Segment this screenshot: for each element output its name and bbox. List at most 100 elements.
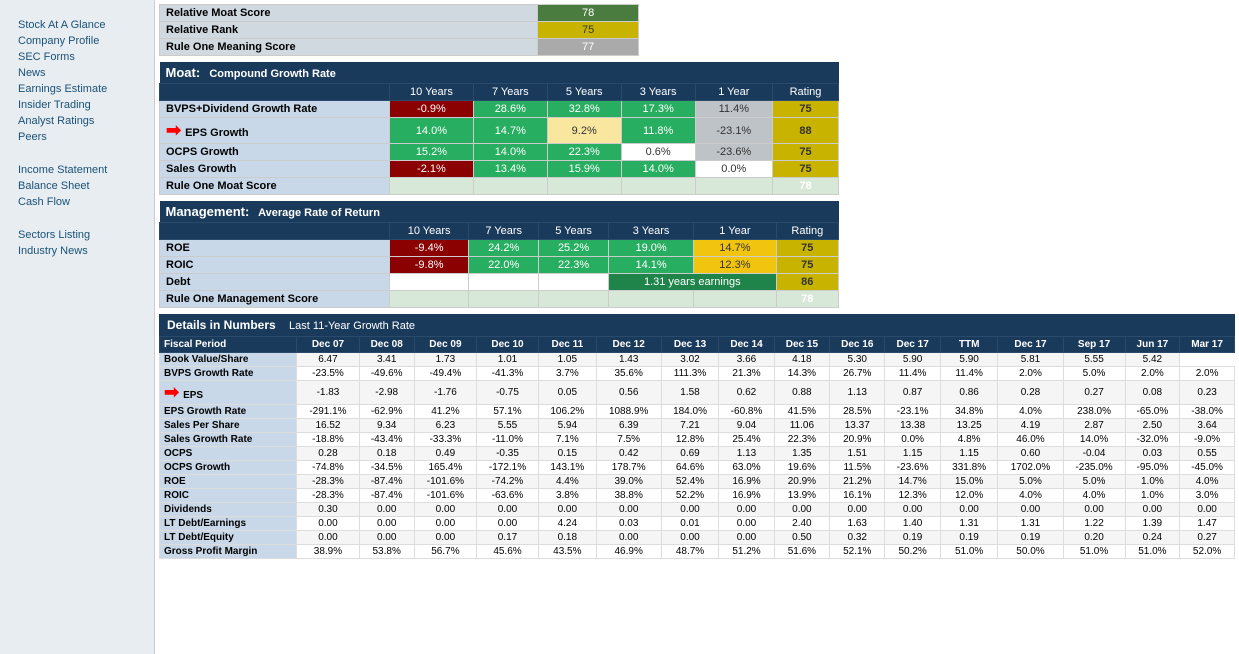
moat-label-eps: ➡EPS Growth (160, 118, 390, 144)
sidebar-item-stock-at-a-glance[interactable]: Stock At A Glance (0, 17, 154, 33)
details-cell: -87.4% (359, 475, 414, 489)
details-cell: 12.8% (661, 433, 719, 447)
details-cell: 16.52 (297, 419, 359, 433)
details-cell: 5.90 (885, 353, 940, 367)
mgmt-roic-7yr: 22.0% (469, 257, 539, 274)
details-row: BVPS Growth Rate-23.5%-49.6%-49.4%-41.3%… (160, 367, 1235, 381)
mgmt-label-debt: Debt (160, 274, 390, 291)
details-cell: 39.0% (596, 475, 661, 489)
details-cell: 238.0% (1063, 405, 1125, 419)
sidebar-item-cash-flow[interactable]: Cash Flow (0, 194, 154, 210)
details-row-label: Dividends (160, 503, 297, 517)
details-cell: 50.0% (998, 545, 1063, 559)
moat-col-label (160, 84, 390, 101)
details-cell: -95.0% (1125, 461, 1180, 475)
mgmt-total-5yr (539, 291, 609, 308)
details-cell: 14.0% (1063, 433, 1125, 447)
details-cell: -101.6% (414, 489, 476, 503)
details-cell: -60.8% (719, 405, 774, 419)
sidebar-item-insider-trading[interactable]: Insider Trading (0, 97, 154, 113)
details-row: Gross Profit Margin38.9%53.8%56.7%45.6%4… (160, 545, 1235, 559)
mgmt-roic-10yr: -9.8% (390, 257, 469, 274)
moat-sales-1yr: 0.0% (695, 161, 772, 178)
details-cell: 5.94 (539, 419, 597, 433)
details-cell: 0.27 (1180, 531, 1235, 545)
details-cell: 16.9% (719, 475, 774, 489)
details-cell: -23.1% (885, 405, 940, 419)
details-cell: 0.19 (998, 531, 1063, 545)
details-row-label: ROIC (160, 489, 297, 503)
details-cell: 11.4% (940, 367, 998, 381)
details-row: Book Value/Share6.473.411.731.011.051.43… (160, 353, 1235, 367)
details-cell: 0.62 (719, 381, 774, 405)
moat-col-1yr: 1 Year (695, 84, 772, 101)
details-cell: 0.86 (940, 381, 998, 405)
sidebar-item-earnings-estimate[interactable]: Earnings Estimate (0, 81, 154, 97)
details-cell: 0.00 (830, 503, 885, 517)
sidebar-item-peers[interactable]: Peers (0, 129, 154, 145)
details-cell: 0.28 (297, 447, 359, 461)
details-cell: 3.64 (1180, 419, 1235, 433)
details-cell: 0.19 (885, 531, 940, 545)
details-cell: 9.04 (719, 419, 774, 433)
sidebar-item-news[interactable]: News (0, 65, 154, 81)
moat-ocps-rating: 75 (773, 144, 839, 161)
details-cell: 0.00 (1063, 503, 1125, 517)
mgmt-col-3yr: 3 Years (608, 223, 693, 240)
details-cell: 2.87 (1063, 419, 1125, 433)
sidebar-item-sectors-listing[interactable]: Sectors Listing (0, 227, 154, 243)
details-cell: -0.04 (1063, 447, 1125, 461)
mgmt-total-7yr (469, 291, 539, 308)
moat-eps-rating: 88 (773, 118, 839, 144)
details-cell: 0.05 (539, 381, 597, 405)
moat-label-total: Rule One Moat Score (160, 178, 390, 195)
sidebar-item-balance-sheet[interactable]: Balance Sheet (0, 178, 154, 194)
details-cell: -9.0% (1180, 433, 1235, 447)
details-col-dec07: Dec 07 (297, 337, 359, 353)
details-cell: 5.30 (830, 353, 885, 367)
sidebar-item-income-statement[interactable]: Income Statement (0, 162, 154, 178)
details-cell: 14.7% (885, 475, 940, 489)
details-row-label: Sales Per Share (160, 419, 297, 433)
score-row-rank: Relative Rank 75 (160, 22, 639, 39)
details-cell: 2.0% (1180, 367, 1235, 381)
details-cell: 12.0% (940, 489, 998, 503)
details-cell: 13.38 (885, 419, 940, 433)
sidebar-item-company-profile[interactable]: Company Profile (0, 33, 154, 49)
details-cell: 5.55 (1063, 353, 1125, 367)
details-cell: 53.8% (359, 545, 414, 559)
financials-section-header (0, 153, 154, 162)
moat-total-5yr (547, 178, 621, 195)
details-col-mar17: Mar 17 (1180, 337, 1235, 353)
moat-eps-1yr: -23.1% (695, 118, 772, 144)
eps-arrow-icon: ➡ (166, 120, 181, 141)
details-cell: 11.06 (774, 419, 829, 433)
details-cell: 52.4% (661, 475, 719, 489)
details-cell: 13.9% (774, 489, 829, 503)
company-section-header (0, 8, 154, 17)
details-cell: 6.47 (297, 353, 359, 367)
details-cell: 0.00 (998, 503, 1063, 517)
sidebar-item-analyst-ratings[interactable]: Analyst Ratings (0, 113, 154, 129)
details-row: EPS Growth Rate-291.1%-62.9%41.2%57.1%10… (160, 405, 1235, 419)
details-cell: 19.6% (774, 461, 829, 475)
sidebar-item-industry-news[interactable]: Industry News (0, 243, 154, 259)
details-cell: 331.8% (940, 461, 998, 475)
details-cell: 45.6% (476, 545, 538, 559)
details-cell: 2.40 (774, 517, 829, 531)
details-cell: 52.2% (661, 489, 719, 503)
details-col-dec11: Dec 11 (539, 337, 597, 353)
details-cell: 46.0% (998, 433, 1063, 447)
details-row-label: LT Debt/Earnings (160, 517, 297, 531)
details-header: Details in Numbers Last 11-Year Growth R… (159, 314, 1235, 336)
details-cell: 4.0% (998, 405, 1063, 419)
details-cell: 0.00 (661, 531, 719, 545)
moat-bvps-3yr: 17.3% (621, 101, 695, 118)
details-row-label: ➡EPS (160, 381, 297, 405)
details-cell: 1.39 (1125, 517, 1180, 531)
mgmt-debt-value: 1.31 years earnings (608, 274, 776, 291)
moat-sales-3yr: 14.0% (621, 161, 695, 178)
details-cell: 2.0% (998, 367, 1063, 381)
moat-title: Moat: (166, 65, 201, 80)
sidebar-item-sec-forms[interactable]: SEC Forms (0, 49, 154, 65)
